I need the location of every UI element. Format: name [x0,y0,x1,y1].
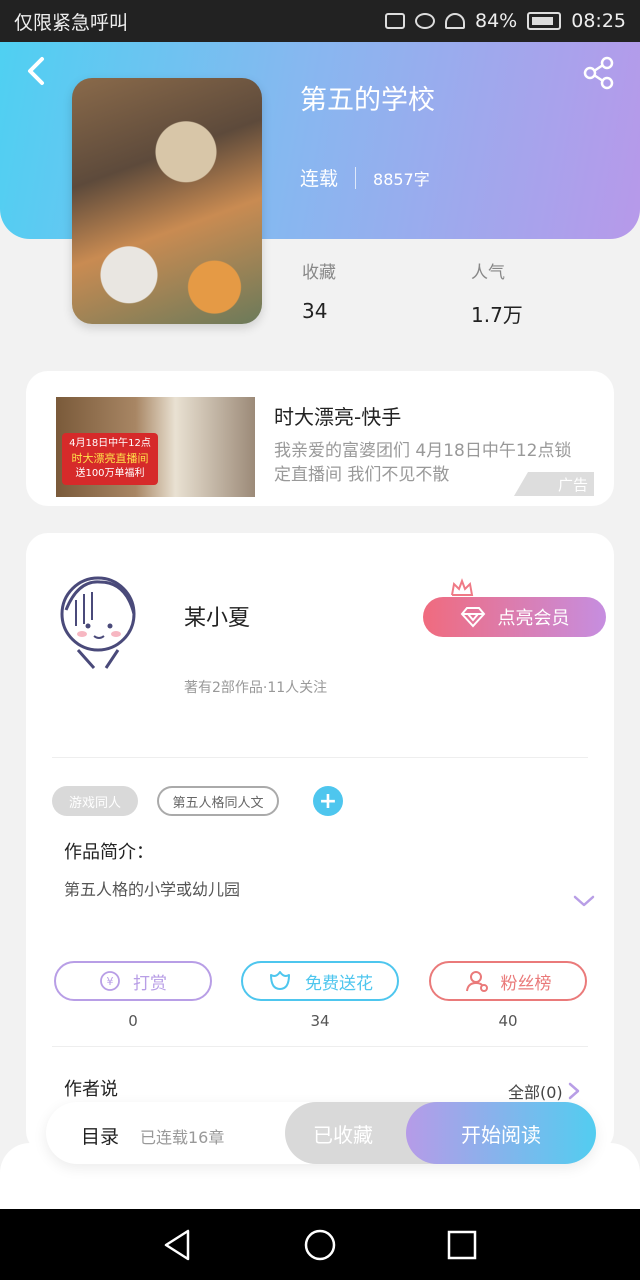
stat-popularity: 人气 1.7万 [471,258,523,328]
book-status-row: 连载 8857字 [300,164,430,191]
vip-button[interactable]: 点亮会员 [423,597,606,637]
ad-image-banner: 4月18日中午12点 时大漂亮直播间 送100万单福利 [62,433,158,485]
book-title: 第五的学校 [300,85,435,116]
nav-back-icon[interactable] [158,1225,198,1265]
book-cover[interactable] [72,78,262,324]
fan-ranking-label: 粉丝榜 [500,973,552,994]
intro-label: 作品简介： [64,842,154,863]
flower-icon [270,971,290,990]
divider [355,166,357,189]
author-avatar[interactable] [48,570,152,674]
eye-icon [415,13,435,29]
nav-recents-icon[interactable] [442,1225,482,1265]
intro-text: 第五人格的小学或幼儿园 [64,880,241,899]
back-icon[interactable] [22,56,52,86]
tip-count: 0 [128,1012,138,1030]
start-reading-button[interactable]: 开始阅读 [406,1102,596,1164]
clock: 08:25 [571,10,626,32]
nav-home-icon[interactable] [300,1225,340,1265]
vip-label: 点亮会员 [497,608,570,629]
stat-label: 收藏 [302,263,336,283]
ad-label: 广告 [514,472,594,496]
chevron-right-icon [568,1082,579,1100]
tag-game-fanfic[interactable]: 游戏同人 [52,786,138,816]
crown-icon [451,578,474,596]
serial-status: 连载 [300,168,339,190]
fan-count: 40 [498,1012,518,1030]
word-count: 8857字 [373,169,430,189]
tip-label: 打赏 [133,973,167,994]
chapter-count: 已连载16章 [140,1128,225,1147]
stat-label: 人气 [471,263,505,283]
chevron-down-icon[interactable] [572,892,596,910]
battery-percent: 84% [475,10,518,32]
stat-favorites: 收藏 34 [302,258,336,323]
carrier-text: 仅限紧急呼叫 [14,11,129,34]
flower-count: 34 [310,1012,330,1030]
fan-ranking-button[interactable]: 粉丝榜 [429,961,587,1001]
add-tag-button[interactable]: + [313,786,343,816]
tag-identity-v-fanfic[interactable]: 第五人格同人文 [157,786,279,816]
divider [52,1046,588,1047]
ad-title: 时大漂亮-快手 [274,405,402,429]
free-flower-label: 免费送花 [305,973,373,994]
divider [52,757,588,758]
tip-button[interactable]: ¥ 打赏 [54,961,212,1001]
stat-value: 1.7万 [471,303,523,327]
toc-button[interactable]: 目录 [81,1122,119,1149]
author-meta: 著有2部作品·11人关注 [184,680,328,696]
svg-text:¥: ¥ [107,975,114,988]
user-icon [465,971,488,992]
author-name[interactable]: 某小夏 [184,600,250,632]
status-bar: 仅限紧急呼叫 84% 08:25 [0,0,640,42]
ad-image[interactable]: 4月18日中午12点 时大漂亮直播间 送100万单福利 [56,397,255,497]
diamond-icon [460,607,485,628]
free-flower-button[interactable]: 免费送花 [241,961,399,1001]
vibrate-icon [385,13,405,29]
share-icon[interactable] [582,56,616,90]
battery-icon [527,12,562,30]
coin-icon: ¥ [100,971,120,991]
author-say-label: 作者说 [64,1079,118,1100]
stat-value: 34 [302,299,328,323]
wifi-icon [445,13,465,29]
author-say-all-link[interactable]: 全部(0) [508,1079,581,1103]
ad-card[interactable]: 4月18日中午12点 时大漂亮直播间 送100万单福利 时大漂亮-快手 我亲爱的… [26,371,614,506]
